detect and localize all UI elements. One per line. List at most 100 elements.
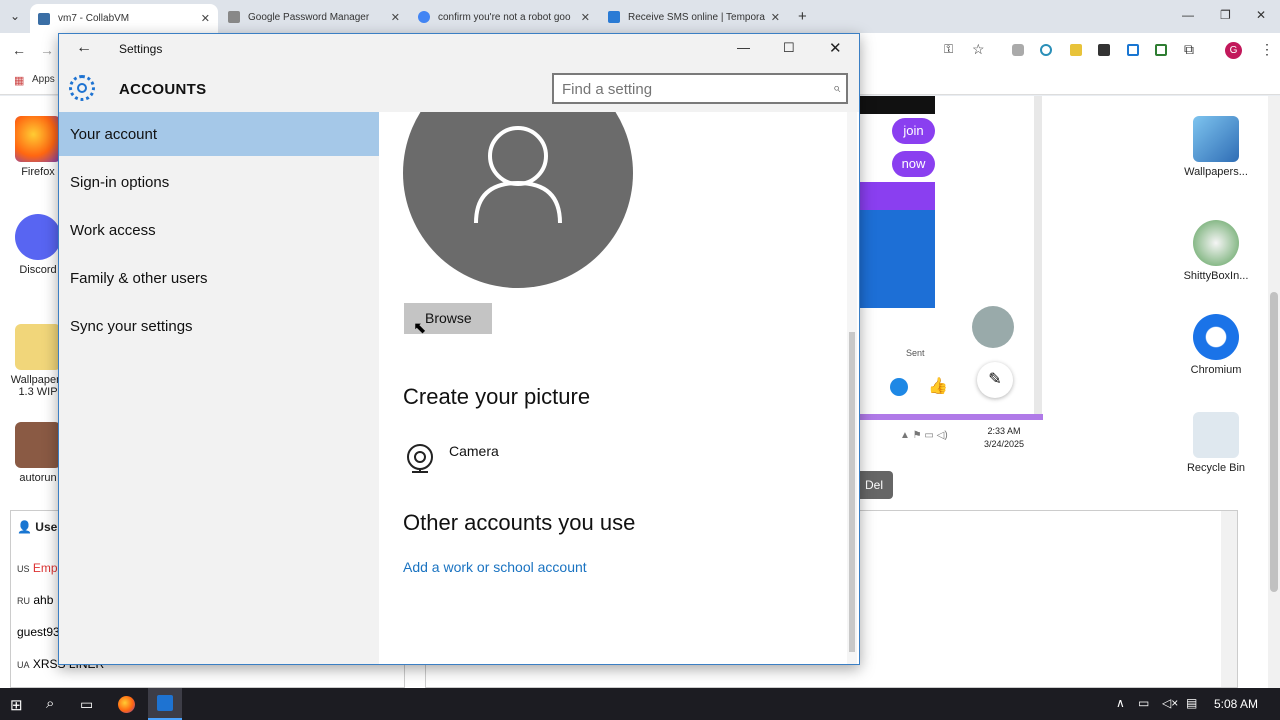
taskbar-clock[interactable]: 5:08 AM [1214,697,1258,711]
create-picture-heading: Create your picture [403,384,591,409]
volume-icon[interactable]: ◁× [1162,696,1178,710]
firefox-icon [15,116,61,162]
nav-item-your-account[interactable]: Your account [59,112,379,156]
user-row[interactable]: US Emp [17,561,58,575]
minimize-icon[interactable]: — [737,40,750,55]
key-icon[interactable]: ⚿ [944,42,953,57]
collabvm-icon [38,12,50,25]
emoji-icon[interactable] [890,378,908,396]
chat-now-button[interactable]: now [892,151,935,177]
installer-icon [1193,116,1239,162]
profile-avatar[interactable]: G [1225,42,1242,59]
google-icon [418,11,430,23]
windows-start-icon[interactable]: ⊞ [10,696,23,714]
window-title: Settings [119,42,163,56]
apps-grid-icon[interactable]: ▦ [14,74,24,87]
page-scrollbar[interactable] [1268,96,1280,688]
settings-titlebar: ← Settings — ☐ ✕ [59,34,859,64]
camera-icon [407,444,433,473]
gear-icon [157,695,173,711]
close-icon[interactable]: ✕ [581,11,590,24]
taskbar: ⊞ ⌕ ▭ ∧ ▭ ◁× ▤ 5:08 AM [0,688,1280,720]
scrollbar[interactable] [1221,511,1237,687]
camera-label[interactable]: Camera [449,443,499,459]
tab-search-icon[interactable]: ⌄ [10,9,20,23]
add-work-school-account-link[interactable]: Add a work or school account [403,559,587,575]
content-scrollbar[interactable] [847,112,857,664]
autorun-icon [15,422,61,468]
tab-password-manager[interactable]: Google Password Manager ✕ [220,4,408,30]
users-header: 👤 User [17,520,62,534]
vm-clock: 2:33 AM 3/24/2025 [984,426,1025,449]
camera-option[interactable] [403,442,439,478]
puzzle-icon[interactable]: ⧉ [1184,41,1194,58]
desktop-icon-wallpapers-right[interactable]: Wallpapers... [1181,116,1251,178]
tab-receive-sms[interactable]: Receive SMS online | Temporar ✕ [600,4,788,30]
extension-icon[interactable] [1127,44,1139,56]
close-icon[interactable]: ✕ [201,12,210,25]
ctrl-alt-del-button[interactable]: Del [855,471,893,499]
extension-icon[interactable] [1155,44,1167,56]
settings-content: Browse ⬉ Create your picture Camera Othe… [379,112,859,664]
close-icon[interactable]: ✕ [829,39,842,57]
back-arrow-icon[interactable]: ← [76,39,92,57]
desktop-icon-chromium[interactable]: Chromium [1181,314,1251,376]
forward-icon[interactable]: → [40,42,54,58]
nav-item-sync-settings[interactable]: Sync your settings [59,304,379,348]
extension-icon[interactable] [1040,44,1052,56]
settings-nav: Your account Sign-in options Work access… [59,112,379,664]
minimize-icon[interactable]: — [1182,8,1194,22]
installer-icon [1193,220,1239,266]
sent-label: Sent [906,348,925,358]
section-title: ACCOUNTS [119,81,207,98]
search-icon[interactable]: ⌕ [46,695,54,712]
extension-icon[interactable] [1012,44,1024,56]
key-icon [228,11,240,23]
network-icon[interactable]: ▭ [1138,696,1149,710]
new-tab-button[interactable]: + [798,8,807,25]
search-icon[interactable]: ⌕ [833,80,840,96]
folder-icon [15,324,61,370]
settings-window: ← Settings — ☐ ✕ ACCOUNTS ⌕ Your account… [58,33,860,665]
firefox-icon[interactable] [118,696,135,713]
back-icon[interactable]: ← [12,42,26,58]
nav-item-family-other-users[interactable]: Family & other users [59,256,379,300]
other-accounts-heading: Other accounts you use [403,510,636,535]
discord-icon [15,214,61,260]
avatar [972,306,1014,348]
tab-robot[interactable]: confirm you're not a robot goo ✕ [410,4,598,30]
vm-tray-icons: ▲ ⚑ ▭ ◁) [900,430,948,441]
nav-item-work-access[interactable]: Work access [59,208,379,252]
star-icon[interactable]: ☆ [972,41,985,58]
extension-icon[interactable] [1098,44,1110,56]
close-icon[interactable]: ✕ [771,11,780,24]
close-icon[interactable]: ✕ [1256,8,1266,22]
chat-join-button[interactable]: join [892,118,935,144]
close-icon[interactable]: ✕ [391,11,400,24]
maximize-icon[interactable]: ❐ [1220,8,1231,22]
task-view-icon[interactable]: ▭ [80,696,93,713]
search-box[interactable]: ⌕ [552,73,848,104]
user-row[interactable]: guest93 [17,625,60,639]
tab-vm7[interactable]: vm7 - CollabVM ✕ [30,4,218,33]
apps-bookmark[interactable]: Apps [32,74,55,85]
chromium-icon [1193,314,1239,360]
maximize-icon[interactable]: ☐ [783,40,795,56]
nav-item-sign-in-options[interactable]: Sign-in options [59,160,379,204]
user-silhouette-icon [474,126,562,224]
desktop-icon-recycle-bin[interactable]: Recycle Bin [1181,412,1251,474]
taskbar-settings-app[interactable] [148,688,182,720]
user-row[interactable]: RU ahb [17,593,53,607]
notification-icon[interactable]: ▤ [1186,696,1197,710]
chat-image [860,182,935,308]
desktop-icon-shittybox[interactable]: ShittyBoxIn... [1181,220,1251,282]
search-input[interactable] [562,80,812,98]
compose-icon[interactable]: ✎ [977,362,1013,398]
recycle-bin-icon [1193,412,1239,458]
thumbs-up-icon[interactable]: 👍 [928,376,948,396]
browser-tab-strip: ⌄ vm7 - CollabVM ✕ Google Password Manag… [0,0,1280,33]
inner-vm-window: join now Sent 👍 ✎ [860,96,1042,416]
chevron-up-icon[interactable]: ∧ [1116,696,1125,710]
extension-icon[interactable] [1070,44,1082,56]
menu-icon[interactable]: ⋮ [1260,41,1274,58]
